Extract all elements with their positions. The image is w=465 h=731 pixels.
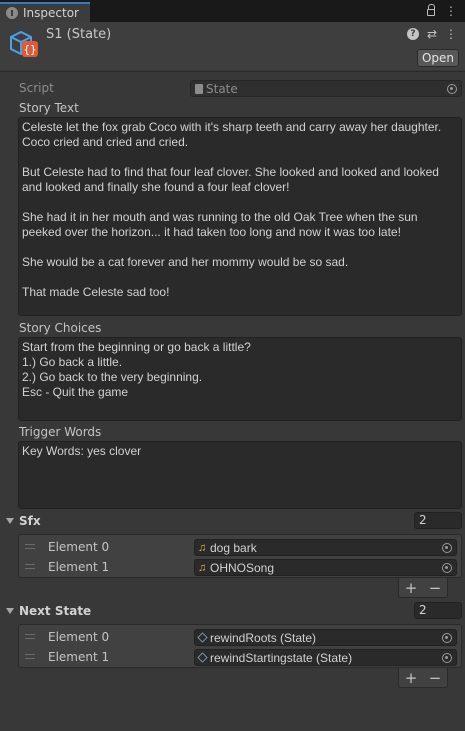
divider [0,71,465,72]
list-item: Element 0 ♫ dog bark [19,537,461,557]
script-label: Script [19,81,54,95]
state-reference-value: rewindRoots (State) [210,630,317,645]
add-element-button[interactable]: + [405,669,418,687]
audio-clip-value: OHNOSong [210,560,275,575]
audio-clip-field[interactable]: ♫ OHNOSong [194,559,457,576]
foldout-arrow-icon [6,518,14,524]
element-label: Element 0 [48,540,110,554]
list-item: Element 1 rewindStartingstate (State) [19,647,461,667]
story-choices-field[interactable]: Start from the beginning or go back a li… [18,337,462,421]
script-file-icon [195,83,203,94]
list-item: Element 0 rewindRoots (State) [19,627,461,647]
scriptable-object-icon: {} [10,30,38,57]
info-icon [6,7,18,19]
lock-icon[interactable] [427,4,435,16]
tab-label: Inspector [23,6,79,20]
audio-clip-icon: ♫ [198,561,207,574]
object-picker-icon[interactable] [442,563,452,573]
drag-handle-icon[interactable] [25,544,35,549]
state-reference-value: rewindStartingstate (State) [210,650,353,665]
scriptable-object-icon [197,652,208,663]
drag-handle-icon[interactable] [25,564,35,569]
next-state-foldout[interactable]: Next State [6,604,91,618]
state-reference-field[interactable]: rewindRoots (State) [194,629,457,646]
audio-clip-field[interactable]: ♫ dog bark [194,539,457,556]
object-picker-icon[interactable] [447,84,457,94]
story-text-field[interactable]: Celeste let the fox grab Coco with it's … [18,117,462,316]
script-field[interactable]: State [190,80,462,97]
help-icon[interactable]: ? [406,28,419,40]
tab-inspector[interactable]: Inspector [0,2,90,22]
next-state-list: Element 0 rewindRoots (State) Element 1 … [18,624,462,668]
audio-clip-icon: ♫ [198,541,207,554]
next-state-size-field[interactable]: 2 [414,602,462,619]
add-element-button[interactable]: + [405,579,418,597]
object-picker-icon[interactable] [442,633,452,643]
sfx-size-field[interactable]: 2 [414,512,462,529]
sfx-label: Sfx [19,514,41,528]
sfx-list: Element 0 ♫ dog bark Element 1 ♫ OHNOSon… [18,534,462,578]
inspector-header: {} S1 (State) ? ⇄ ⋮ Open [0,22,465,70]
element-label: Element 1 [48,650,110,664]
element-label: Element 1 [48,560,110,574]
state-reference-field[interactable]: rewindStartingstate (State) [194,649,457,666]
object-picker-icon[interactable] [442,653,452,663]
object-title: S1 (State) [46,27,112,42]
story-text-label: Story Text [19,101,79,115]
svg-text:{}: {} [23,43,36,56]
preset-icon[interactable]: ⇄ [427,27,437,41]
next-state-label: Next State [19,604,92,618]
story-choices-label: Story Choices [19,321,102,335]
foldout-arrow-icon [6,608,14,614]
kebab-menu-icon[interactable]: ⋮ [445,4,457,18]
tab-actions: ⋮ [427,4,457,18]
remove-element-button[interactable]: − [429,669,442,687]
sfx-list-footer: + − [398,578,448,598]
tab-bar: Inspector ⋮ [0,0,465,22]
header-icons: ? ⇄ ⋮ [406,27,457,41]
scriptable-object-icon [197,632,208,643]
object-picker-icon[interactable] [442,543,452,553]
trigger-words-field[interactable]: Key Words: yes clover [18,441,462,509]
list-item: Element 1 ♫ OHNOSong [19,557,461,577]
remove-element-button[interactable]: − [429,579,442,597]
script-value: State [206,81,238,96]
open-button[interactable]: Open [417,49,459,67]
next-state-list-footer: + − [398,668,448,688]
sfx-foldout[interactable]: Sfx [6,514,41,528]
drag-handle-icon[interactable] [25,634,35,639]
audio-clip-value: dog bark [210,540,257,555]
kebab-menu-icon[interactable]: ⋮ [445,27,457,41]
drag-handle-icon[interactable] [25,654,35,659]
trigger-words-label: Trigger Words [19,425,102,439]
element-label: Element 0 [48,630,110,644]
